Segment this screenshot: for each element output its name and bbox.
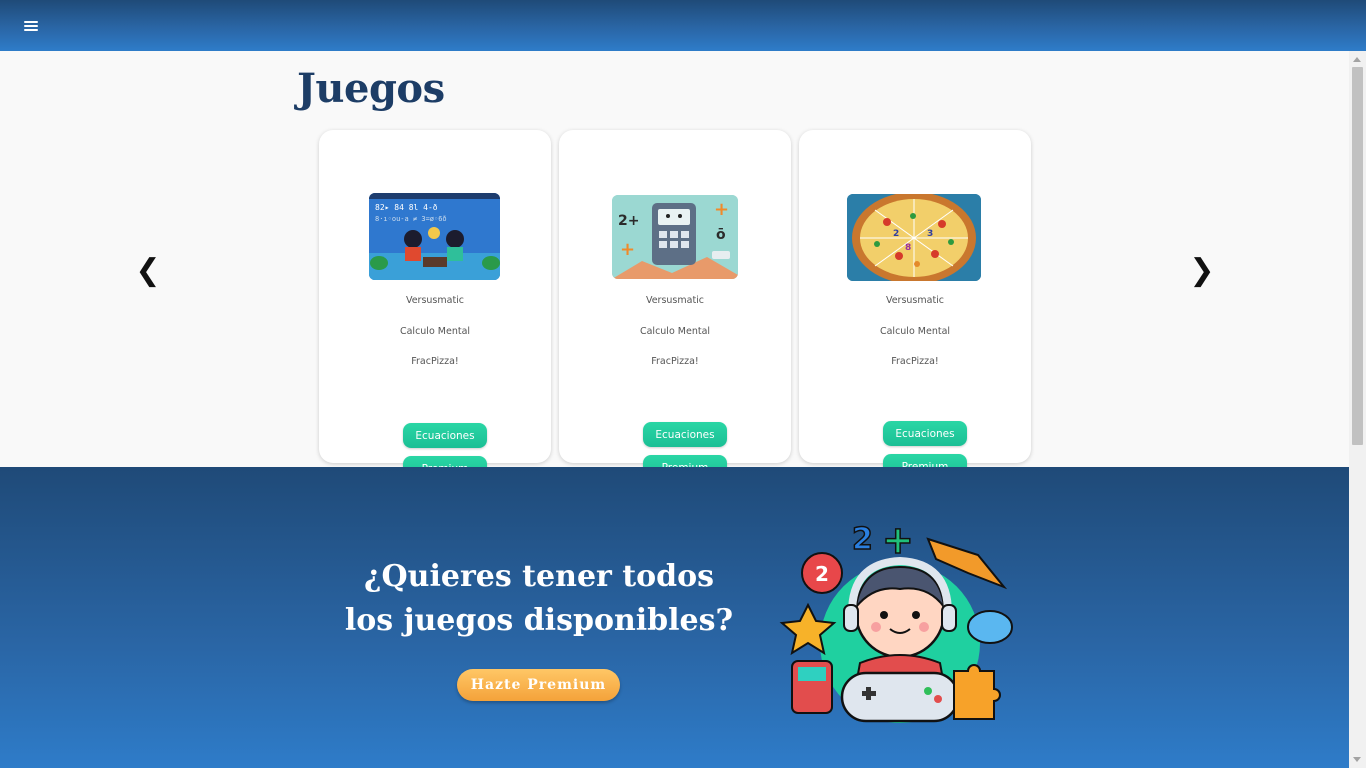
game-link-calculo-mental[interactable]: Calculo Mental: [559, 326, 791, 357]
scroll-down-icon[interactable]: [1353, 757, 1361, 762]
game-link-calculo-mental[interactable]: Calculo Mental: [319, 326, 551, 357]
game-link-fracpizza[interactable]: FracPizza!: [319, 356, 551, 387]
versus-kids-math-game-image[interactable]: 82▸ 84 8l 4-ð 8·ı◦ou-a ≠ 3=ø◦6ð: [369, 193, 500, 280]
top-bar: [0, 0, 1366, 51]
fraction-pizza-image[interactable]: 2 3 8: [847, 194, 981, 281]
scrollbar-thumb[interactable]: [1352, 67, 1363, 445]
game-link-versusmatic[interactable]: Versusmatic: [559, 295, 791, 326]
games-section: Juegos ❮ ❯ 82▸ 84 8l 4-ð 8·ı◦ou-a ≠ 3=ø◦…: [0, 51, 1349, 467]
promo-title-line2: los juegos disponibles?: [344, 603, 734, 638]
hazte-premium-button[interactable]: Hazte Premium: [457, 669, 620, 701]
page-title: Juegos: [297, 65, 445, 112]
tag-premium-button[interactable]: Premium: [883, 454, 967, 467]
promo-title-line1: ¿Quieres tener todos: [363, 559, 715, 594]
game-card[interactable]: 2 3 8 Versusmatic Calculo Mental FracPiz…: [799, 130, 1031, 467]
svg-text:8: 8: [905, 243, 911, 253]
game-link-versusmatic[interactable]: Versusmatic: [799, 295, 1031, 326]
svg-text:8·ı◦ou-a ≠ 3=ø◦6ð: 8·ı◦ou-a ≠ 3=ø◦6ð: [375, 215, 447, 223]
game-link-fracpizza[interactable]: FracPizza!: [799, 356, 1031, 387]
svg-text:ō: ō: [716, 227, 726, 243]
hamburger-menu-icon[interactable]: [22, 18, 42, 34]
svg-text:+: +: [620, 239, 635, 260]
tag-ecuaciones-button[interactable]: Ecuaciones: [883, 421, 967, 446]
carousel-next-button[interactable]: ❯: [1187, 251, 1217, 291]
promo-title: ¿Quieres tener todos los juegos disponib…: [330, 555, 748, 643]
svg-text:+: +: [882, 518, 914, 562]
calculator-character-image[interactable]: 2+ + + ō: [612, 195, 738, 279]
gamer-kid-mascot-image: 2 + 2: [778, 515, 1026, 743]
svg-text:2: 2: [893, 229, 899, 239]
game-links-list: Versusmatic Calculo Mental FracPizza!: [559, 295, 791, 387]
svg-text:2+: 2+: [618, 213, 639, 229]
premium-promo-section: ¿Quieres tener todos los juegos disponib…: [0, 467, 1349, 768]
scroll-up-icon[interactable]: [1353, 57, 1361, 62]
svg-text:82▸ 84 8l 4-ð: 82▸ 84 8l 4-ð: [375, 203, 438, 212]
svg-text:3: 3: [927, 229, 933, 239]
game-links-list: Versusmatic Calculo Mental FracPizza!: [799, 295, 1031, 387]
carousel-prev-button[interactable]: ❮: [133, 251, 163, 291]
game-link-fracpizza[interactable]: FracPizza!: [559, 356, 791, 387]
vertical-scrollbar[interactable]: [1349, 51, 1366, 768]
tag-ecuaciones-button[interactable]: Ecuaciones: [403, 423, 487, 448]
tag-premium-button[interactable]: Premium: [403, 456, 487, 467]
game-link-calculo-mental[interactable]: Calculo Mental: [799, 326, 1031, 357]
game-card[interactable]: 82▸ 84 8l 4-ð 8·ı◦ou-a ≠ 3=ø◦6ð Versusma…: [319, 130, 551, 467]
game-card[interactable]: 2+ + + ō Versusmatic Calculo Mental Frac…: [559, 130, 791, 467]
svg-text:2: 2: [815, 562, 829, 586]
svg-text:2: 2: [852, 522, 873, 557]
tag-ecuaciones-button[interactable]: Ecuaciones: [643, 422, 727, 447]
game-link-versusmatic[interactable]: Versusmatic: [319, 295, 551, 326]
tag-premium-button[interactable]: Premium: [643, 455, 727, 467]
game-links-list: Versusmatic Calculo Mental FracPizza!: [319, 295, 551, 387]
svg-text:+: +: [714, 199, 729, 220]
